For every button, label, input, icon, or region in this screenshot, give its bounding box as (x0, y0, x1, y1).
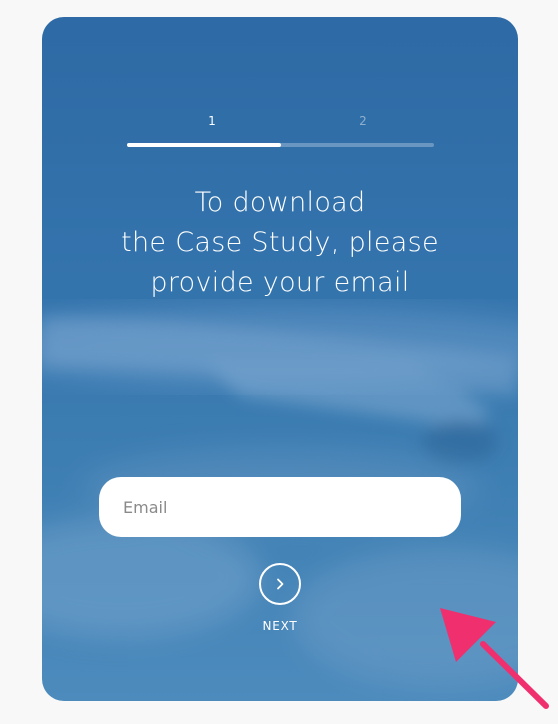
progress-fill (127, 143, 281, 147)
page-title: To download the Case Study, please provi… (62, 183, 498, 303)
title-line-3: provide your email (150, 267, 410, 298)
email-field[interactable] (99, 477, 461, 537)
step-2-label: 2 (359, 114, 367, 128)
next-button[interactable] (259, 563, 301, 605)
pointer-arrow-icon (440, 608, 549, 709)
progress-track (127, 143, 434, 147)
email-field-container (99, 477, 461, 537)
step-1-label: 1 (208, 114, 216, 128)
progress-stepper: 1 2 (127, 112, 434, 152)
title-line-2: the Case Study, please (121, 227, 439, 258)
title-line-1: To download (194, 187, 366, 218)
next-button-label[interactable]: NEXT (230, 619, 330, 633)
chevron-right-icon (277, 578, 284, 590)
